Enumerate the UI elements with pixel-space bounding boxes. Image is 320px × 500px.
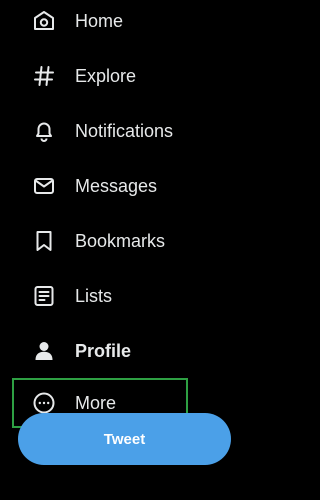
list-icon — [32, 284, 56, 308]
nav-item-label: Lists — [75, 286, 113, 306]
nav-item-bookmarks[interactable]: Bookmarks — [12, 216, 188, 266]
envelope-icon — [32, 174, 56, 198]
nav-item-lists[interactable]: Lists — [12, 271, 188, 321]
nav-item-label: Bookmarks — [75, 231, 166, 251]
nav-item-label: More — [75, 393, 117, 413]
hashtag-icon — [32, 64, 56, 88]
nav-item-explore[interactable]: Explore — [12, 51, 188, 101]
nav-item-label: Profile — [75, 341, 132, 361]
nav-item-messages[interactable]: Messages — [12, 161, 188, 211]
nav-item-label: Notifications — [75, 121, 174, 141]
nav-item-home[interactable]: Home — [12, 0, 188, 46]
nav-item-profile[interactable]: Profile — [12, 326, 188, 376]
nav-item-label: Messages — [75, 176, 158, 196]
tweet-button[interactable]: Tweet — [18, 413, 231, 465]
person-icon — [32, 339, 56, 363]
home-icon — [32, 9, 56, 33]
nav-item-label: Home — [75, 11, 124, 31]
bookmark-icon — [32, 229, 56, 253]
nav-item-label: Explore — [75, 66, 137, 86]
nav-item-notifications[interactable]: Notifications — [12, 106, 188, 156]
more-circle-icon — [32, 391, 56, 415]
bell-icon — [32, 119, 56, 143]
